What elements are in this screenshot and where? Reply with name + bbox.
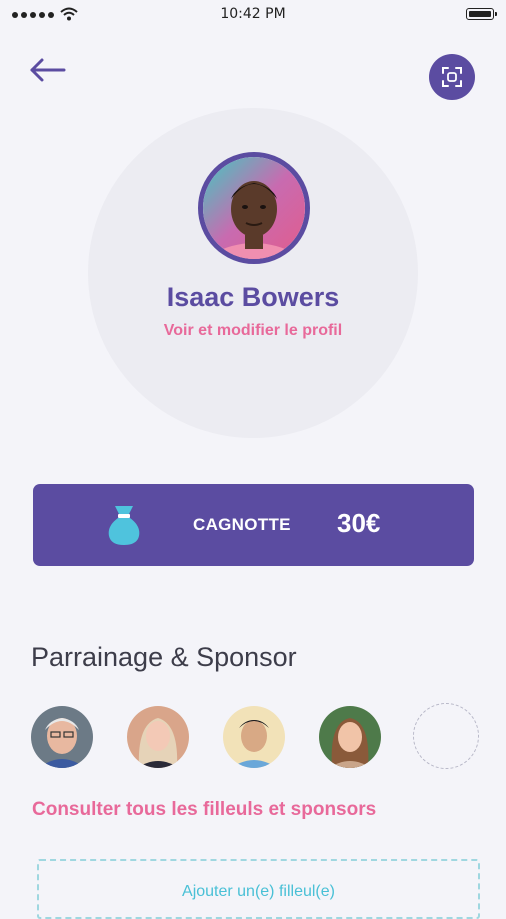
sponsorship-title: Parrainage & Sponsor bbox=[31, 642, 297, 672]
cagnotte-amount: 30€ bbox=[337, 508, 381, 538]
battery-icon bbox=[466, 8, 497, 20]
add-filleul-label: Ajouter un(e) filleul(e) bbox=[182, 883, 335, 900]
add-person-placeholder[interactable] bbox=[413, 703, 479, 769]
person-avatar-icon bbox=[127, 706, 189, 768]
profile-name: Isaac Bowers bbox=[166, 282, 340, 312]
back-button[interactable] bbox=[28, 54, 70, 86]
status-time: 10:42 PM bbox=[220, 6, 286, 22]
person-avatar-1[interactable] bbox=[31, 706, 93, 768]
status-bar: 10:42 PM bbox=[0, 0, 506, 30]
cagnotte-card[interactable]: CAGNOTTE 30€ bbox=[33, 484, 474, 566]
person-avatar-icon bbox=[223, 706, 285, 768]
cagnotte-label: CAGNOTTE bbox=[193, 515, 291, 534]
person-avatar-icon bbox=[319, 706, 381, 768]
scan-qr-icon bbox=[442, 67, 462, 87]
consult-all-link[interactable]: Consulter tous les filleuls et sponsors bbox=[32, 799, 376, 821]
edit-profile-link[interactable]: Voir et modifier le profil bbox=[0, 322, 506, 340]
money-bag-icon bbox=[108, 506, 140, 545]
add-filleul-button[interactable]: Ajouter un(e) filleul(e) bbox=[37, 859, 480, 919]
profile-avatar[interactable] bbox=[198, 152, 310, 264]
user-avatar-icon bbox=[203, 157, 305, 259]
arrow-left-icon bbox=[30, 58, 66, 82]
person-avatar-3[interactable] bbox=[223, 706, 285, 768]
person-avatar-icon bbox=[31, 706, 93, 768]
person-avatar-2[interactable] bbox=[127, 706, 189, 768]
scan-button[interactable] bbox=[429, 54, 475, 100]
sponsorship-people-list bbox=[31, 703, 491, 770]
person-avatar-4[interactable] bbox=[319, 706, 381, 768]
